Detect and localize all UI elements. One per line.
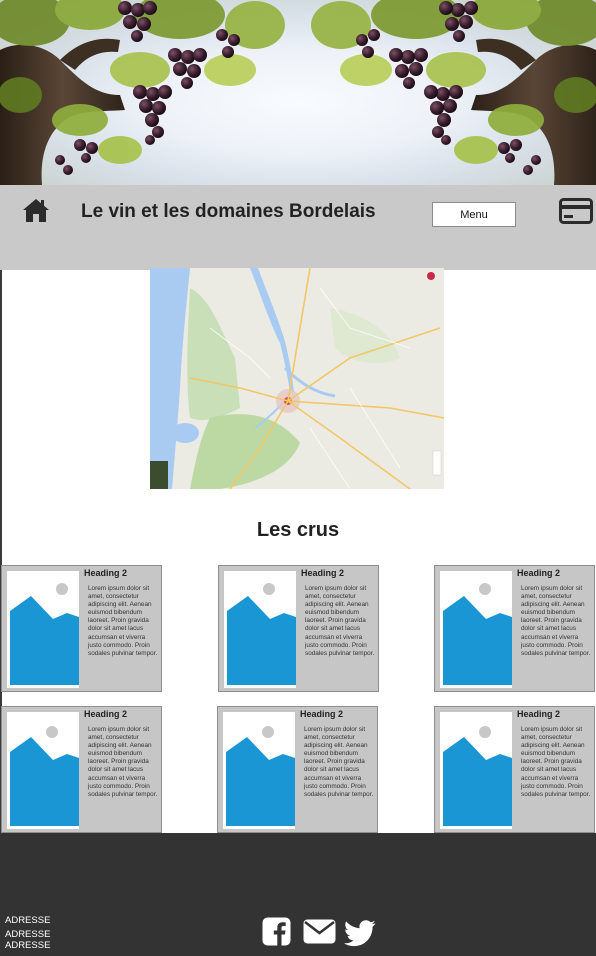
menu-button[interactable]: Menu: [432, 202, 516, 227]
card-image: [440, 712, 512, 829]
facebook-icon[interactable]: [262, 917, 291, 946]
bordeaux-region-map: [150, 268, 444, 489]
mail-icon[interactable]: [303, 919, 336, 944]
address-line: ADRESSE: [5, 929, 51, 940]
card-heading: Heading 2: [300, 709, 344, 719]
image-placeholder-icon: [227, 583, 296, 685]
card-image: [224, 571, 296, 688]
card-text: Lorem ipsum dolor sit amet, consectetur …: [305, 585, 375, 657]
address-line: ADRESSE: [5, 940, 51, 951]
address-line: ADRESSE: [5, 915, 51, 926]
card-image: [223, 712, 295, 829]
wine-card[interactable]: Heading 2 Lorem ipsum dolor sit amet, co…: [217, 706, 378, 833]
card-heading: Heading 2: [84, 568, 128, 578]
hero-banner: [0, 0, 596, 185]
card-text: Lorem ipsum dolor sit amet, consectetur …: [88, 585, 158, 657]
card-image: [7, 712, 79, 829]
card-text: Lorem ipsum dolor sit amet, consectetur …: [304, 726, 374, 798]
card-image: [440, 571, 512, 688]
credit-card-icon[interactable]: [559, 198, 593, 224]
image-placeholder-icon: [10, 726, 79, 826]
section-title: Les crus: [256, 519, 340, 541]
card-text: Lorem ipsum dolor sit amet, consectetur …: [521, 585, 591, 657]
twitter-icon[interactable]: [344, 920, 376, 947]
site-title: Le vin et les domaines Bordelais: [81, 201, 376, 222]
card-image: [7, 571, 79, 688]
card-heading: Heading 2: [517, 709, 561, 719]
map-embed[interactable]: [150, 268, 444, 489]
wine-card[interactable]: Heading 2 Lorem ipsum dolor sit amet, co…: [218, 565, 379, 692]
vineyard-grapes-photo: [0, 0, 596, 185]
image-placeholder-icon: [226, 726, 295, 826]
card-heading: Heading 2: [517, 568, 561, 578]
image-placeholder-icon: [443, 583, 512, 685]
image-placeholder-icon: [10, 583, 79, 685]
card-text: Lorem ipsum dolor sit amet, consectetur …: [521, 726, 591, 798]
footer: ADRESSE ADRESSE ADRESSE: [0, 833, 596, 956]
wine-card[interactable]: Heading 2 Lorem ipsum dolor sit amet, co…: [1, 565, 162, 692]
image-placeholder-icon: [443, 726, 512, 826]
wine-card[interactable]: Heading 2 Lorem ipsum dolor sit amet, co…: [434, 706, 595, 833]
wine-card[interactable]: Heading 2 Lorem ipsum dolor sit amet, co…: [1, 706, 162, 833]
card-heading: Heading 2: [301, 568, 345, 578]
card-text: Lorem ipsum dolor sit amet, consectetur …: [88, 726, 158, 798]
wine-card[interactable]: Heading 2 Lorem ipsum dolor sit amet, co…: [434, 565, 595, 692]
navbar: Le vin et les domaines Bordelais Menu: [0, 185, 596, 270]
home-icon[interactable]: [22, 197, 50, 223]
card-heading: Heading 2: [84, 709, 128, 719]
